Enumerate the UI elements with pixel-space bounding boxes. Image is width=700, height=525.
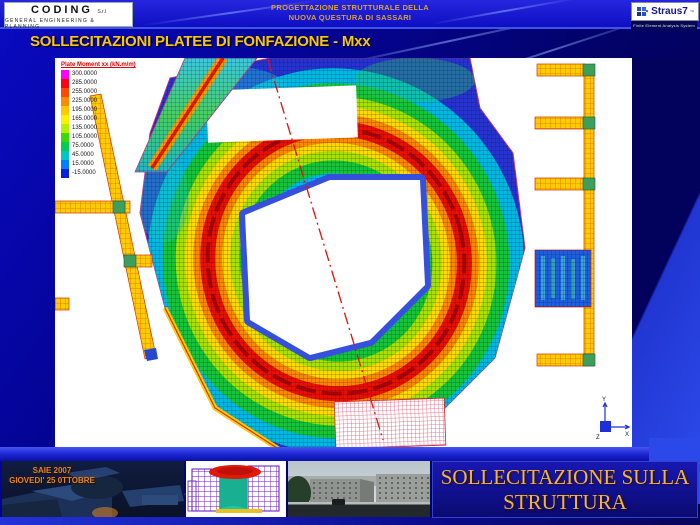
legend-swatch (61, 142, 69, 151)
footer-divider-bar (0, 447, 700, 461)
coding-logo: CODING S.r.l GENERAL ENGINEERING & PLANN… (4, 2, 133, 27)
legend-entry: 15.0000 (61, 160, 136, 169)
legend-swatch (61, 160, 69, 169)
legend-label: 285.0000 (72, 79, 97, 88)
right-slab-block (535, 250, 591, 307)
legend-entry: 195.0000 (61, 106, 136, 115)
slide-caption-panel: SOLLECITAZIONE SULLA STRUTTURA (432, 461, 698, 518)
legend-entry: 225.0000 (61, 97, 136, 106)
legend-label: 135.0000 (72, 124, 97, 133)
legend-entry: 45.0000 (61, 151, 136, 160)
legend-label: 300.0000 (72, 70, 97, 79)
legend-entry: -15.0000 (61, 169, 136, 178)
straus7-name-text: Straus7 (651, 6, 688, 17)
legend-swatch (61, 124, 69, 133)
axis-label-y: Y (602, 397, 606, 403)
right-footing-beams (535, 64, 595, 366)
bottom-mesh-panel (334, 398, 446, 447)
beam-node (583, 117, 595, 129)
coding-suffix-text: S.r.l (97, 9, 106, 15)
beam-node (124, 255, 136, 267)
legend-label: 45.0000 (72, 151, 94, 160)
legend-title: Plate Moment xx (kN.m/m) (61, 62, 136, 68)
legend-label: 255.0000 (72, 88, 97, 97)
legend-swatch (61, 133, 69, 142)
straus7-logo: Straus7 ™ Finite Element Analysis System (631, 2, 697, 27)
event-line1: SAIE 2007 (6, 466, 98, 476)
legend-entry: 285.0000 (61, 79, 136, 88)
event-line2: GIOVEDI' 25 0TTOBRE (6, 476, 98, 486)
straus7-trademark: ™ (690, 9, 694, 14)
coding-logo-name: CODING S.r.l (31, 0, 106, 18)
coding-tagline-text: GENERAL ENGINEERING & PLANNING (5, 18, 132, 30)
legend-swatch (61, 88, 69, 97)
project-title: PROGETTAZIONE STRUTTURALE DELLA NUOVA QU… (180, 3, 520, 22)
fem-contour-plot: Y X Z (55, 58, 632, 447)
project-title-line2: NUOVA QUESTURA DI SASSARI (180, 13, 520, 23)
legend-entry: 105.0000 (61, 133, 136, 142)
legend-entry: 255.0000 (61, 88, 136, 97)
site-photo-thumbnail (288, 461, 430, 517)
legend-label: 105.0000 (72, 133, 97, 142)
beam-node (583, 64, 595, 76)
axis-label-z: Z (596, 435, 600, 441)
legend-swatch (61, 97, 69, 106)
beam-node (583, 178, 595, 190)
background-diagonal-panel (632, 58, 700, 447)
event-panel: SAIE 2007 GIOVEDI' 25 0TTOBRE (2, 461, 184, 517)
legend-swatch (61, 169, 69, 178)
legend-rows: 300.0000285.0000255.0000225.0000195.0000… (61, 70, 136, 178)
legend-label: 225.0000 (72, 97, 97, 106)
legend-swatch (61, 106, 69, 115)
legend-label: 15.0000 (72, 160, 94, 169)
legend-swatch (61, 151, 69, 160)
fem-plot-area: Y X Z Plate Moment xx (kN.m/m) 300.00002… (55, 58, 632, 447)
straus7-logo-top: Straus7 ™ (631, 2, 699, 21)
legend-swatch (61, 79, 69, 88)
contour-legend: Plate Moment xx (kN.m/m) 300.0000285.000… (61, 62, 136, 178)
straus7-tagline-text: Finite Element Analysis System (631, 21, 697, 29)
legend-label: 165.0000 (72, 115, 97, 124)
axis-label-x: X (625, 432, 629, 438)
legend-entry: 300.0000 (61, 70, 136, 79)
legend-swatch (61, 70, 69, 79)
presentation-slide: CODING S.r.l GENERAL ENGINEERING & PLANN… (0, 0, 700, 525)
event-text: SAIE 2007 GIOVEDI' 25 0TTOBRE (6, 466, 98, 485)
legend-entry: 75.0000 (61, 142, 136, 151)
straus7-blocks-icon (636, 6, 649, 18)
caption-line2: STRUTTURA (503, 490, 627, 515)
slide-title: SOLLECITAZIONI PLATEE DI FONFAZIONE - Mx… (30, 33, 370, 50)
legend-label: 195.0000 (72, 106, 97, 115)
legend-label: -15.0000 (72, 169, 96, 178)
legend-entry: 165.0000 (61, 115, 136, 124)
coding-name-text: CODING (31, 4, 93, 16)
beam-node (583, 354, 595, 366)
bottom-edge-bar (0, 517, 700, 525)
fem-model-thumbnail (186, 461, 286, 517)
project-title-line1: PROGETTAZIONE STRUTTURALE DELLA (180, 3, 520, 13)
axis-triad: Y X Z (596, 397, 629, 441)
legend-swatch (61, 115, 69, 124)
legend-entry: 135.0000 (61, 124, 136, 133)
caption-line1: SOLLECITAZIONE SULLA (441, 465, 690, 490)
beam-node (113, 201, 125, 213)
legend-label: 75.0000 (72, 142, 94, 151)
